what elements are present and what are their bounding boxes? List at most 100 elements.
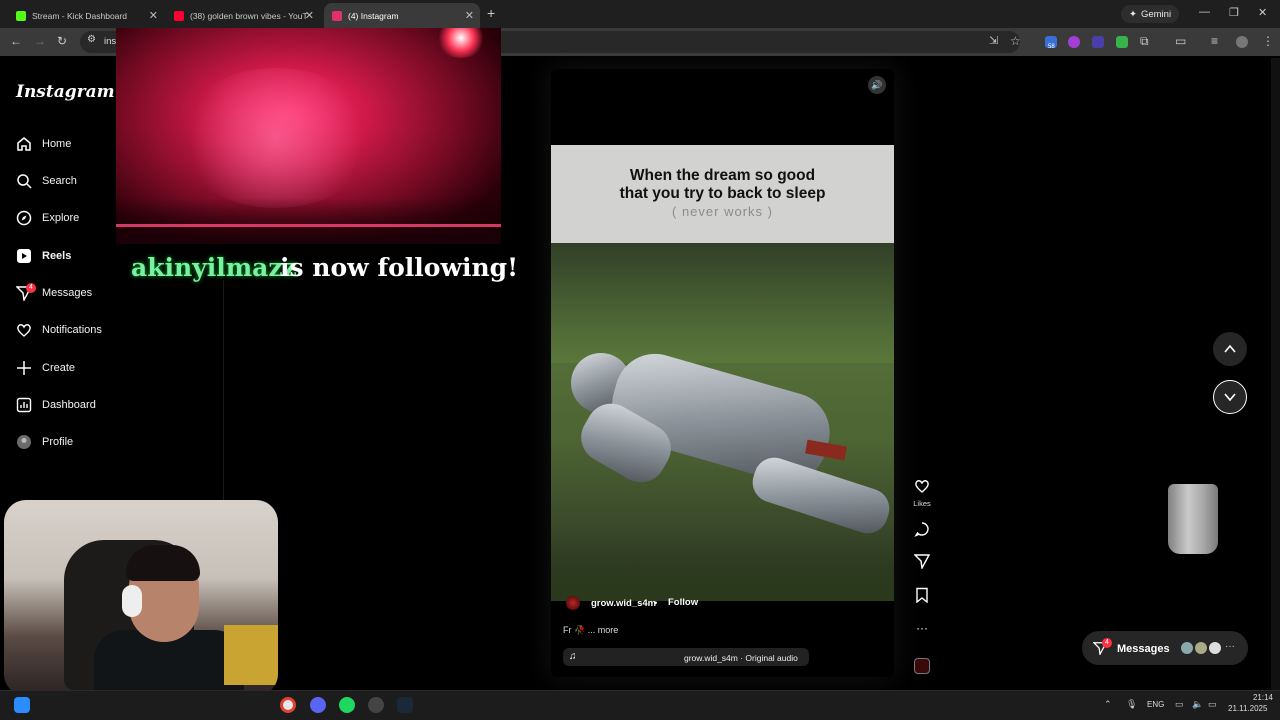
- author-username[interactable]: grow.wid_s4m: [591, 598, 656, 609]
- caption-subtext: ( never works ): [672, 204, 773, 219]
- follow-message: is now following!: [280, 253, 519, 282]
- start-icon[interactable]: [14, 697, 30, 713]
- maximize-icon[interactable]: ❐: [1229, 6, 1239, 19]
- spotify-icon[interactable]: [339, 697, 355, 713]
- extension-icon[interactable]: [1092, 36, 1104, 48]
- extension-icon[interactable]: [1116, 36, 1128, 48]
- reels-icon: [16, 248, 32, 264]
- tab-kick[interactable]: Stream - Kick Dashboard ✕: [8, 3, 164, 28]
- more-icon: ···: [1225, 641, 1235, 652]
- address-text[interactable]: ins: [104, 36, 116, 47]
- youtube-favicon-icon: [174, 10, 184, 21]
- close-icon[interactable]: ✕: [149, 9, 158, 22]
- reel-description[interactable]: Fr 🥀 ... more: [563, 625, 618, 636]
- battery-icon[interactable]: ▭: [1208, 699, 1217, 710]
- tab-youtube[interactable]: (38) golden brown vibes - YouT ✕: [166, 3, 320, 28]
- profile-avatar[interactable]: [1236, 36, 1248, 48]
- menu-icon[interactable]: ⋮: [1262, 34, 1274, 48]
- sidebar-item-label: Create: [42, 362, 76, 374]
- tab-title: (38) golden brown vibes - YouT: [190, 10, 308, 21]
- dashboard-icon: [16, 397, 32, 413]
- chevron-up-icon[interactable]: ⌃: [1104, 699, 1112, 710]
- compass-icon: [16, 210, 32, 226]
- sidebar-item-label: Reels: [42, 250, 72, 262]
- sidepanel-icon[interactable]: ▭: [1175, 34, 1186, 48]
- close-icon[interactable]: ✕: [305, 9, 314, 22]
- search-icon: [16, 173, 32, 189]
- audio-thumbnail[interactable]: [914, 658, 930, 674]
- sidebar-item-explore[interactable]: Explore: [16, 210, 79, 226]
- extension-badge: 58: [1048, 44, 1055, 50]
- chevron-up-icon: [1224, 344, 1236, 353]
- new-tab-button[interactable]: +: [487, 5, 495, 21]
- clock-date[interactable]: 21.11.2025: [1228, 704, 1267, 713]
- comment-icon: [914, 522, 929, 537]
- more-options-icon[interactable]: ···: [913, 621, 931, 635]
- sidebar-item-notifications[interactable]: Notifications: [16, 322, 102, 338]
- site-info-icon[interactable]: ⚙: [87, 34, 96, 45]
- messages-badge: 4: [26, 283, 36, 293]
- sidebar-item-search[interactable]: Search: [16, 173, 77, 189]
- volume-icon[interactable]: 🔈: [1192, 699, 1203, 710]
- reel-caption-text: When the dream so good that you try to b…: [551, 167, 894, 203]
- like-button[interactable]: [913, 478, 931, 497]
- tab-instagram[interactable]: (4) Instagram ✕: [324, 3, 480, 28]
- scrollbar[interactable]: [1271, 58, 1280, 690]
- avatar: [1180, 641, 1194, 655]
- tab-search-icon[interactable]: ≡: [1211, 34, 1218, 48]
- bookmark-icon: [916, 587, 928, 604]
- save-button[interactable]: [913, 587, 931, 606]
- instagram-favicon-icon: [332, 10, 342, 21]
- comment-button[interactable]: [913, 521, 931, 540]
- sidebar-item-dashboard[interactable]: Dashboard: [16, 397, 96, 413]
- microphone-icon[interactable]: 🎙: [1126, 699, 1137, 710]
- sidebar-item-profile[interactable]: Profile: [16, 434, 73, 450]
- bookmark-star-icon[interactable]: ☆: [1010, 34, 1021, 48]
- display-icon[interactable]: ▭: [1175, 699, 1184, 710]
- tab-title: Stream - Kick Dashboard: [32, 10, 127, 21]
- send-icon: [913, 554, 931, 571]
- language-indicator[interactable]: ENG: [1147, 700, 1164, 709]
- steam-icon[interactable]: [397, 697, 413, 713]
- previous-reel-button[interactable]: [1213, 332, 1247, 366]
- heart-icon: [16, 322, 32, 338]
- sidebar-item-reels[interactable]: Reels: [16, 248, 71, 264]
- next-reel-button[interactable]: [1213, 380, 1247, 414]
- close-window-icon[interactable]: ✕: [1258, 6, 1267, 19]
- follow-button[interactable]: Follow: [664, 595, 702, 610]
- glass-overlay-image: [1168, 484, 1218, 554]
- sidebar-item-label: Home: [42, 138, 72, 150]
- sidebar-item-label: Explore: [42, 212, 80, 224]
- taskbar: [0, 690, 1280, 720]
- sidebar-item-home[interactable]: Home: [16, 136, 71, 152]
- share-button[interactable]: [913, 553, 931, 572]
- follower-name: akinyilmazz: [131, 253, 297, 282]
- gemini-button[interactable]: ✦ Gemini: [1121, 5, 1180, 23]
- sidebar-item-create[interactable]: Create: [16, 360, 75, 376]
- back-icon[interactable]: ←: [10, 34, 22, 48]
- clock-time[interactable]: 21:14: [1247, 693, 1273, 702]
- discord-icon[interactable]: [310, 697, 326, 713]
- forward-icon[interactable]: →: [34, 34, 46, 48]
- caption-line-2: that you try to back to sleep: [619, 185, 826, 202]
- close-icon[interactable]: ✕: [465, 9, 474, 22]
- instagram-logo[interactable]: Instagram: [16, 82, 115, 102]
- likes-label: Likes: [913, 499, 931, 508]
- reload-icon[interactable]: ↻: [57, 34, 67, 48]
- extension-icon[interactable]: [1068, 36, 1080, 48]
- install-icon[interactable]: ⇲: [989, 34, 998, 47]
- volume-icon[interactable]: 🔊: [868, 76, 886, 94]
- reel-video-frame: [551, 243, 894, 601]
- sidebar-item-label: Dashboard: [42, 399, 96, 411]
- chrome-icon[interactable]: [280, 697, 296, 713]
- minimize-icon[interactable]: —: [1199, 6, 1210, 18]
- caption-line-1: When the dream so good: [629, 167, 816, 184]
- music-note-icon: ♫: [569, 651, 577, 662]
- plus-icon: [16, 360, 32, 376]
- app-icon[interactable]: [368, 697, 384, 713]
- avatar: [1208, 641, 1222, 655]
- puzzle-icon[interactable]: ⧉: [1140, 34, 1149, 49]
- sidebar-item-label: Profile: [42, 436, 74, 448]
- tab-title: (4) Instagram: [348, 10, 399, 21]
- author-avatar[interactable]: [566, 596, 580, 610]
